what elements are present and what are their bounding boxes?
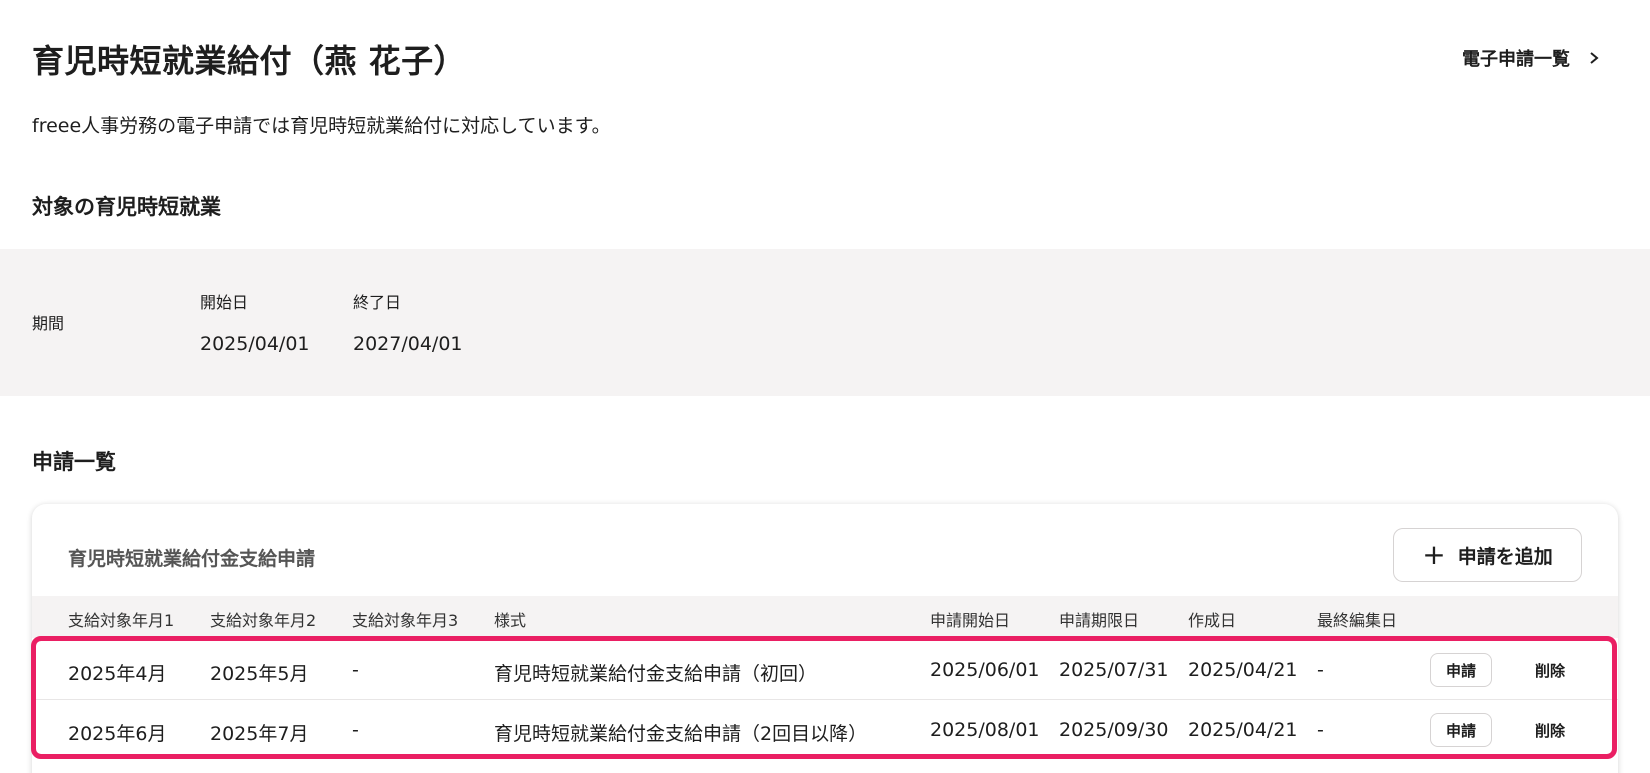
add-application-button[interactable]: + 申請を追加 <box>1393 528 1582 582</box>
cell-start-date: 2025/06/01 <box>930 659 1040 681</box>
target-section-heading: 対象の育児時短就業 <box>32 195 221 219</box>
cell-last-edited: - <box>1317 719 1324 741</box>
card-title: 育児時短就業給付金支給申請 <box>68 548 316 570</box>
cell-created: 2025/04/21 <box>1188 659 1298 681</box>
column-header-month3: 支給対象年月3 <box>352 611 459 630</box>
chevron-right-icon <box>1590 52 1599 64</box>
table-header: 支給対象年月1 支給対象年月2 支給対象年月3 様式 申請開始日 申請期限日 作… <box>32 596 1618 638</box>
e-application-list-label: 電子申請一覧 <box>1462 49 1570 70</box>
cell-last-edited: - <box>1317 659 1324 681</box>
delete-button[interactable]: 削除 <box>1522 653 1578 687</box>
column-header-last-edited: 最終編集日 <box>1317 611 1398 630</box>
cell-month3: - <box>352 719 359 741</box>
column-header-month1: 支給対象年月1 <box>68 611 175 630</box>
e-application-list-link[interactable]: 電子申請一覧 <box>1462 45 1600 71</box>
end-date-label: 終了日 <box>353 293 402 312</box>
cell-month2: 2025年7月 <box>210 723 309 745</box>
start-date-value: 2025/04/01 <box>200 333 310 355</box>
start-date-group: 開始日 2025/04/01 <box>200 289 310 355</box>
cell-form: 育児時短就業給付金支給申請（初回） <box>494 663 818 685</box>
page-description: freee人事労務の電子申請では育児時短就業給付に対応しています。 <box>32 115 611 137</box>
apply-button[interactable]: 申請 <box>1430 653 1492 687</box>
plus-icon: + <box>1422 538 1446 571</box>
column-header-month2: 支給対象年月2 <box>210 611 317 630</box>
column-header-start-date: 申請開始日 <box>930 611 1011 630</box>
add-application-label: 申請を追加 <box>1457 545 1553 568</box>
applications-section-heading: 申請一覧 <box>32 450 116 474</box>
applications-card: 育児時短就業給付金支給申請 + 申請を追加 支給対象年月1 支給対象年月2 支給… <box>32 504 1618 773</box>
column-header-form: 様式 <box>494 611 527 630</box>
cell-start-date: 2025/08/01 <box>930 719 1040 741</box>
delete-button[interactable]: 削除 <box>1522 713 1578 747</box>
table-row: 2025年6月 2025年7月 - 育児時短就業給付金支給申請（2回目以降） 2… <box>32 700 1618 760</box>
cell-month2: 2025年5月 <box>210 663 309 685</box>
cell-month1: 2025年4月 <box>68 663 167 685</box>
cell-deadline: 2025/09/30 <box>1059 719 1169 741</box>
cell-deadline: 2025/07/31 <box>1059 659 1169 681</box>
period-label: 期間 <box>32 314 65 333</box>
cell-month1: 2025年6月 <box>68 723 167 745</box>
cell-form: 育児時短就業給付金支給申請（2回目以降） <box>494 723 868 745</box>
table-row: 2025年4月 2025年5月 - 育児時短就業給付金支給申請（初回） 2025… <box>32 640 1618 700</box>
start-date-label: 開始日 <box>200 293 249 312</box>
page: 育児時短就業給付（燕 花子） 電子申請一覧 freee人事労務の電子申請では育児… <box>0 0 1650 773</box>
page-title: 育児時短就業給付（燕 花子） <box>32 42 467 80</box>
column-header-created: 作成日 <box>1188 611 1237 630</box>
cell-month3: - <box>352 659 359 681</box>
end-date-value: 2027/04/01 <box>353 333 463 355</box>
period-panel: 期間 開始日 2025/04/01 終了日 2027/04/01 <box>0 249 1650 396</box>
apply-button[interactable]: 申請 <box>1430 713 1492 747</box>
cell-created: 2025/04/21 <box>1188 719 1298 741</box>
end-date-group: 終了日 2027/04/01 <box>353 289 463 355</box>
column-header-deadline: 申請期限日 <box>1059 611 1140 630</box>
